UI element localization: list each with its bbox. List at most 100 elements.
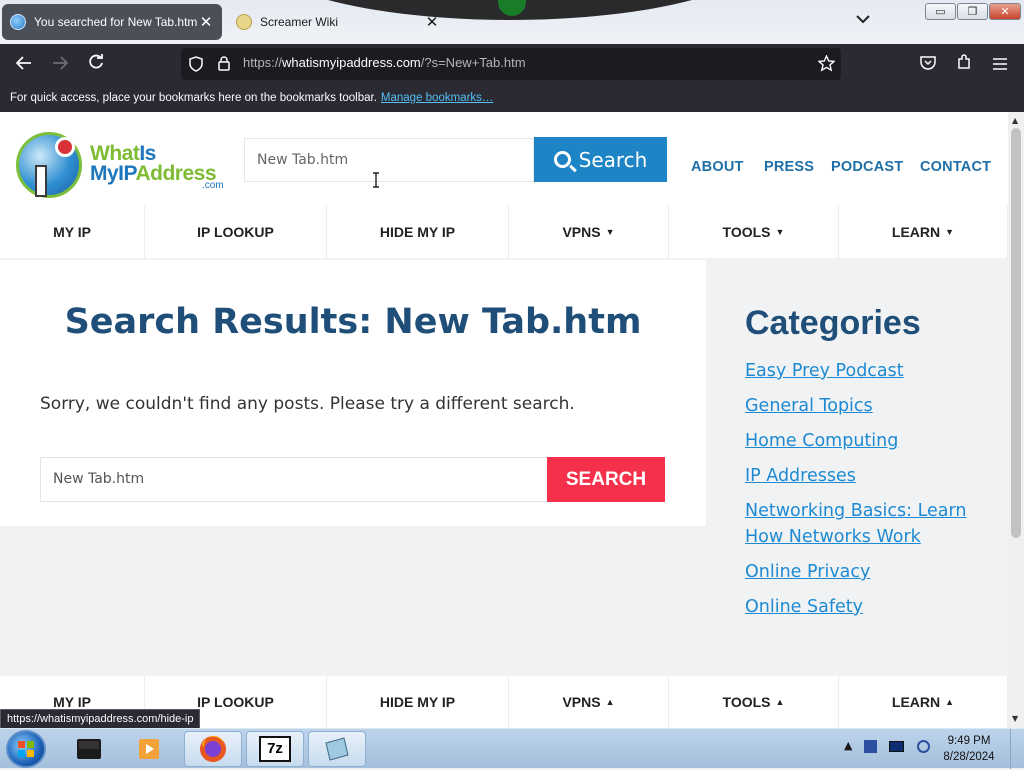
- tab-title: You searched for New Tab.htm: [34, 15, 198, 29]
- close-icon[interactable]: ✕: [424, 13, 440, 31]
- bookmark-star-icon[interactable]: [817, 54, 836, 76]
- location-pin-icon: [55, 137, 75, 157]
- show-hidden-icons-icon[interactable]: ▲: [844, 739, 852, 752]
- categories-heading: Categories: [745, 304, 921, 342]
- menu-item-vpns[interactable]: VPNS ▲: [509, 676, 669, 728]
- list-item: Networking Basics: Learn How Networks Wo…: [745, 498, 985, 550]
- category-link[interactable]: Online Privacy: [745, 562, 870, 582]
- logo-suffix: .com: [202, 180, 224, 191]
- manage-bookmarks-link[interactable]: Manage bookmarks…: [381, 92, 494, 104]
- network-icon[interactable]: [863, 739, 877, 753]
- clock-date: 8/28/2024: [943, 751, 995, 763]
- menu-item-learn[interactable]: LEARN ▼: [839, 206, 1008, 258]
- search-icon: [553, 151, 571, 168]
- navigation-toolbar: https://whatismyipaddress.com/?s=New+Tab…: [0, 44, 1024, 86]
- tab-strip: You searched for New Tab.htm ✕ Screamer …: [0, 0, 1024, 44]
- extensions-icon[interactable]: [951, 52, 977, 78]
- url-text[interactable]: https://whatismyipaddress.com/?s=New+Tab…: [243, 55, 526, 70]
- list-item: General Topics: [745, 393, 985, 419]
- firefox-icon[interactable]: [184, 731, 242, 767]
- main-menu: MY IP IP LOOKUP HIDE MY IP VPNS ▼ TOOLS ▼ …: [0, 206, 1008, 258]
- nav-link-press[interactable]: PRESS: [764, 159, 814, 175]
- menu-item-hide-my-ip[interactable]: HIDE MY IP: [327, 206, 509, 258]
- no-results-message: Sorry, we couldn't find any posts. Pleas…: [40, 394, 575, 414]
- url-bar[interactable]: https://whatismyipaddress.com/?s=New+Tab…: [181, 48, 841, 80]
- nav-link-contact[interactable]: CONTACT: [920, 159, 991, 175]
- dropup-arrow-icon: ▲: [945, 697, 955, 707]
- media-player-icon[interactable]: [120, 731, 178, 767]
- scroll-up-icon[interactable]: ▲: [1012, 116, 1018, 125]
- list-item: Easy Prey Podcast: [745, 358, 985, 384]
- display-icon[interactable]: [889, 740, 905, 752]
- back-arrow-icon[interactable]: [11, 52, 37, 78]
- categories-sidebar: Categories Easy Prey Podcast General Top…: [706, 260, 1008, 680]
- media-center-icon[interactable]: [60, 731, 118, 767]
- logo-figure: [35, 165, 47, 197]
- category-link[interactable]: Home Computing: [745, 431, 898, 451]
- category-link[interactable]: Networking Basics: Learn How Networks Wo…: [745, 501, 967, 547]
- menu-item-tools[interactable]: TOOLS ▲: [669, 676, 839, 728]
- list-item: Online Privacy: [745, 559, 985, 585]
- dropup-arrow-icon: ▲: [775, 697, 785, 707]
- list-item: Home Computing: [745, 428, 985, 454]
- tab-title: Screamer Wiki: [260, 15, 339, 29]
- close-icon[interactable]: ✕: [198, 13, 214, 31]
- volume-icon[interactable]: [916, 739, 930, 753]
- scroll-thumb[interactable]: [1011, 128, 1021, 538]
- category-link[interactable]: Easy Prey Podcast: [745, 361, 904, 381]
- site-logo[interactable]: WhatIs MyIPAddress: [90, 143, 216, 184]
- bookmarks-toolbar: For quick access, place your bookmarks h…: [0, 86, 1024, 112]
- list-item: IP Addresses: [745, 463, 985, 489]
- search-button-label: Search: [578, 147, 648, 172]
- page-title: Search Results: New Tab.htm: [64, 302, 642, 342]
- restore-button[interactable]: ❐: [957, 3, 988, 20]
- menu-item-learn[interactable]: LEARN ▲: [839, 676, 1008, 728]
- category-link[interactable]: General Topics: [745, 396, 873, 416]
- tab-screamer-wiki[interactable]: Screamer Wiki ✕: [228, 4, 448, 40]
- wiki-favicon-icon: [236, 14, 252, 30]
- content-search-input[interactable]: New Tab.htm: [40, 457, 548, 502]
- nav-link-podcast[interactable]: PODCAST: [831, 159, 903, 175]
- tab-search-results[interactable]: You searched for New Tab.htm ✕: [2, 4, 222, 40]
- globe-icon: [10, 14, 26, 30]
- bookmarks-hint: For quick access, place your bookmarks h…: [10, 92, 377, 104]
- menu-item-hide-my-ip[interactable]: HIDE MY IP: [327, 676, 509, 728]
- status-url-tooltip: https://whatismyipaddress.com/hide-ip: [0, 709, 201, 729]
- shield-icon[interactable]: [189, 56, 203, 76]
- category-link[interactable]: IP Addresses: [745, 466, 856, 486]
- 7zip-label: 7z: [259, 736, 291, 762]
- show-desktop-button[interactable]: [1010, 729, 1024, 769]
- category-link[interactable]: Online Safety: [745, 597, 863, 617]
- dropdown-arrow-icon: ▼: [945, 227, 955, 237]
- window-close-button[interactable]: ✕: [989, 3, 1021, 20]
- header-search-input[interactable]: New Tab.htm: [244, 138, 534, 182]
- scroll-down-icon[interactable]: ▼: [1012, 714, 1018, 723]
- vertical-scrollbar[interactable]: ▲ ▼: [1008, 112, 1024, 728]
- header-search-button[interactable]: Search: [534, 137, 667, 182]
- menu-item-my-ip[interactable]: MY IP: [0, 206, 145, 258]
- clock-time: 9:49 PM: [947, 735, 991, 747]
- content-search-button[interactable]: SEARCH: [547, 457, 665, 502]
- dropdown-arrow-icon: ▼: [605, 227, 615, 237]
- categories-list: Easy Prey Podcast General Topics Home Co…: [745, 358, 985, 629]
- nav-link-about[interactable]: ABOUT: [691, 159, 744, 175]
- chevron-down-icon[interactable]: [856, 12, 870, 28]
- reload-icon[interactable]: [83, 52, 109, 78]
- menu-item-vpns[interactable]: VPNS ▼: [509, 206, 669, 258]
- list-item: Online Safety: [745, 594, 985, 620]
- forward-arrow-icon[interactable]: [47, 52, 73, 78]
- system-clock[interactable]: 9:49 PM 8/28/2024: [938, 733, 1000, 765]
- 7zip-icon[interactable]: 7z: [246, 731, 304, 767]
- minimize-button[interactable]: ▭: [925, 3, 956, 20]
- menu-item-ip-lookup[interactable]: IP LOOKUP: [145, 206, 327, 258]
- menu-hamburger-icon[interactable]: [987, 52, 1013, 78]
- menu-item-tools[interactable]: TOOLS ▼: [669, 206, 839, 258]
- notepad-icon[interactable]: [308, 731, 366, 767]
- site-header: WhatIs MyIPAddress .com New Tab.htm Sear…: [0, 112, 1008, 206]
- logo-globe-icon[interactable]: [16, 132, 82, 198]
- pocket-icon[interactable]: [915, 52, 941, 78]
- text-cursor-icon: [372, 172, 380, 192]
- start-button[interactable]: [6, 730, 46, 768]
- search-results-panel: Search Results: New Tab.htm Sorry, we co…: [0, 260, 706, 526]
- lock-icon[interactable]: [218, 56, 230, 75]
